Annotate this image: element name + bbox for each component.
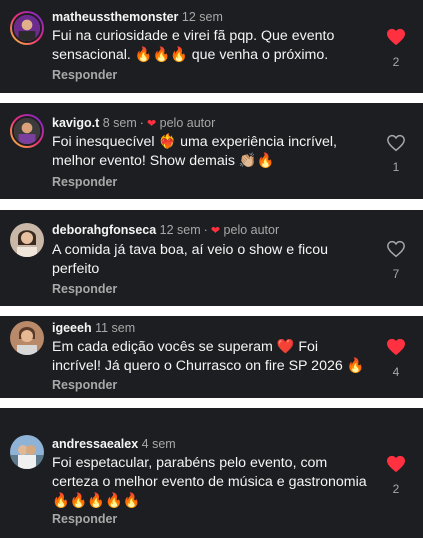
author-heart-icon: ❤ [146, 118, 157, 130]
like-button[interactable] [386, 240, 406, 258]
reply-button[interactable]: Responder [52, 378, 117, 392]
heart-filled-icon [387, 455, 405, 473]
like-button[interactable] [386, 338, 406, 356]
comment-text: Fui na curiosidade e virei fã pqp. Que e… [52, 28, 335, 63]
comment-card: deborahgfonseca 12 sem · ❤ pelo autor A co… [0, 210, 423, 306]
comment-text: Foi espetacular, parabéns pelo evento, c… [52, 455, 367, 509]
like-count: 7 [392, 267, 400, 281]
heart-filled-icon [387, 338, 405, 356]
comment-text: Em cada edição vocês se superam ❤️ Foi i… [52, 339, 365, 374]
avatar-photo-icon [10, 321, 44, 355]
comment-card: andressaealex 4 sem Foi espetacular, par… [0, 408, 423, 538]
comment-meta: deborahgfonseca 12 sem · ❤ pelo autor [52, 223, 280, 237]
avatar-photo-icon [14, 118, 40, 144]
avatar-photo-icon [14, 15, 40, 41]
avatar[interactable] [10, 223, 44, 257]
like-count: 2 [392, 55, 400, 69]
reply-button[interactable]: Responder [52, 68, 117, 82]
comment-time: 11 sem [95, 321, 136, 335]
username-link[interactable]: deborahgfonseca [52, 223, 156, 237]
author-heart-icon: ❤ [210, 225, 221, 237]
avatar-photo-icon [10, 223, 44, 257]
comment-time: 12 sem [181, 10, 223, 24]
comment-meta: igeeeh 11 sem [52, 321, 135, 335]
comment-text: A comida já tava boa, aí veio o show e f… [52, 242, 329, 277]
heart-outline-icon [387, 240, 405, 258]
heart-filled-icon [387, 28, 405, 46]
like-count: 2 [392, 482, 400, 496]
heart-outline-icon [387, 134, 405, 152]
comment-meta: matheussthemonster 12 sem [52, 10, 223, 24]
like-button[interactable] [386, 455, 406, 473]
username-link[interactable]: kavigo.t [52, 116, 99, 130]
comment-time: 8 sem [102, 116, 137, 130]
username-link[interactable]: andressaealex [52, 437, 138, 451]
avatar[interactable] [10, 114, 44, 148]
author-badge: pelo autor [159, 116, 216, 130]
comment-feed: matheussthemonster 12 sem Fui na curiosi… [0, 0, 423, 538]
like-count: 4 [392, 365, 400, 379]
like-button[interactable] [386, 28, 406, 46]
comment-time: 12 sem [159, 223, 201, 237]
avatar[interactable] [10, 321, 44, 355]
avatar-photo-icon [10, 435, 44, 469]
like-count: 1 [392, 160, 400, 174]
reply-button[interactable]: Responder [52, 512, 117, 526]
comment-meta: kavigo.t 8 sem · ❤ pelo autor [52, 116, 216, 130]
author-badge: pelo autor [223, 223, 280, 237]
comment-card: kavigo.t 8 sem · ❤ pelo autor Foi inesquec… [0, 103, 423, 199]
comment-text: Foi inesquecível ❤️‍🔥 uma experiência in… [52, 134, 337, 169]
reply-button[interactable]: Responder [52, 175, 117, 189]
comment-time: 4 sem [141, 437, 176, 451]
like-button[interactable] [386, 134, 406, 152]
reply-button[interactable]: Responder [52, 282, 117, 296]
comment-meta: andressaealex 4 sem [52, 437, 176, 451]
comment-card: matheussthemonster 12 sem Fui na curiosi… [0, 0, 423, 93]
username-link[interactable]: matheussthemonster [52, 10, 178, 24]
avatar[interactable] [10, 435, 44, 469]
avatar[interactable] [10, 11, 44, 45]
comment-card: igeeeh 11 sem Em cada edição vocês se su… [0, 316, 423, 398]
username-link[interactable]: igeeeh [52, 321, 92, 335]
